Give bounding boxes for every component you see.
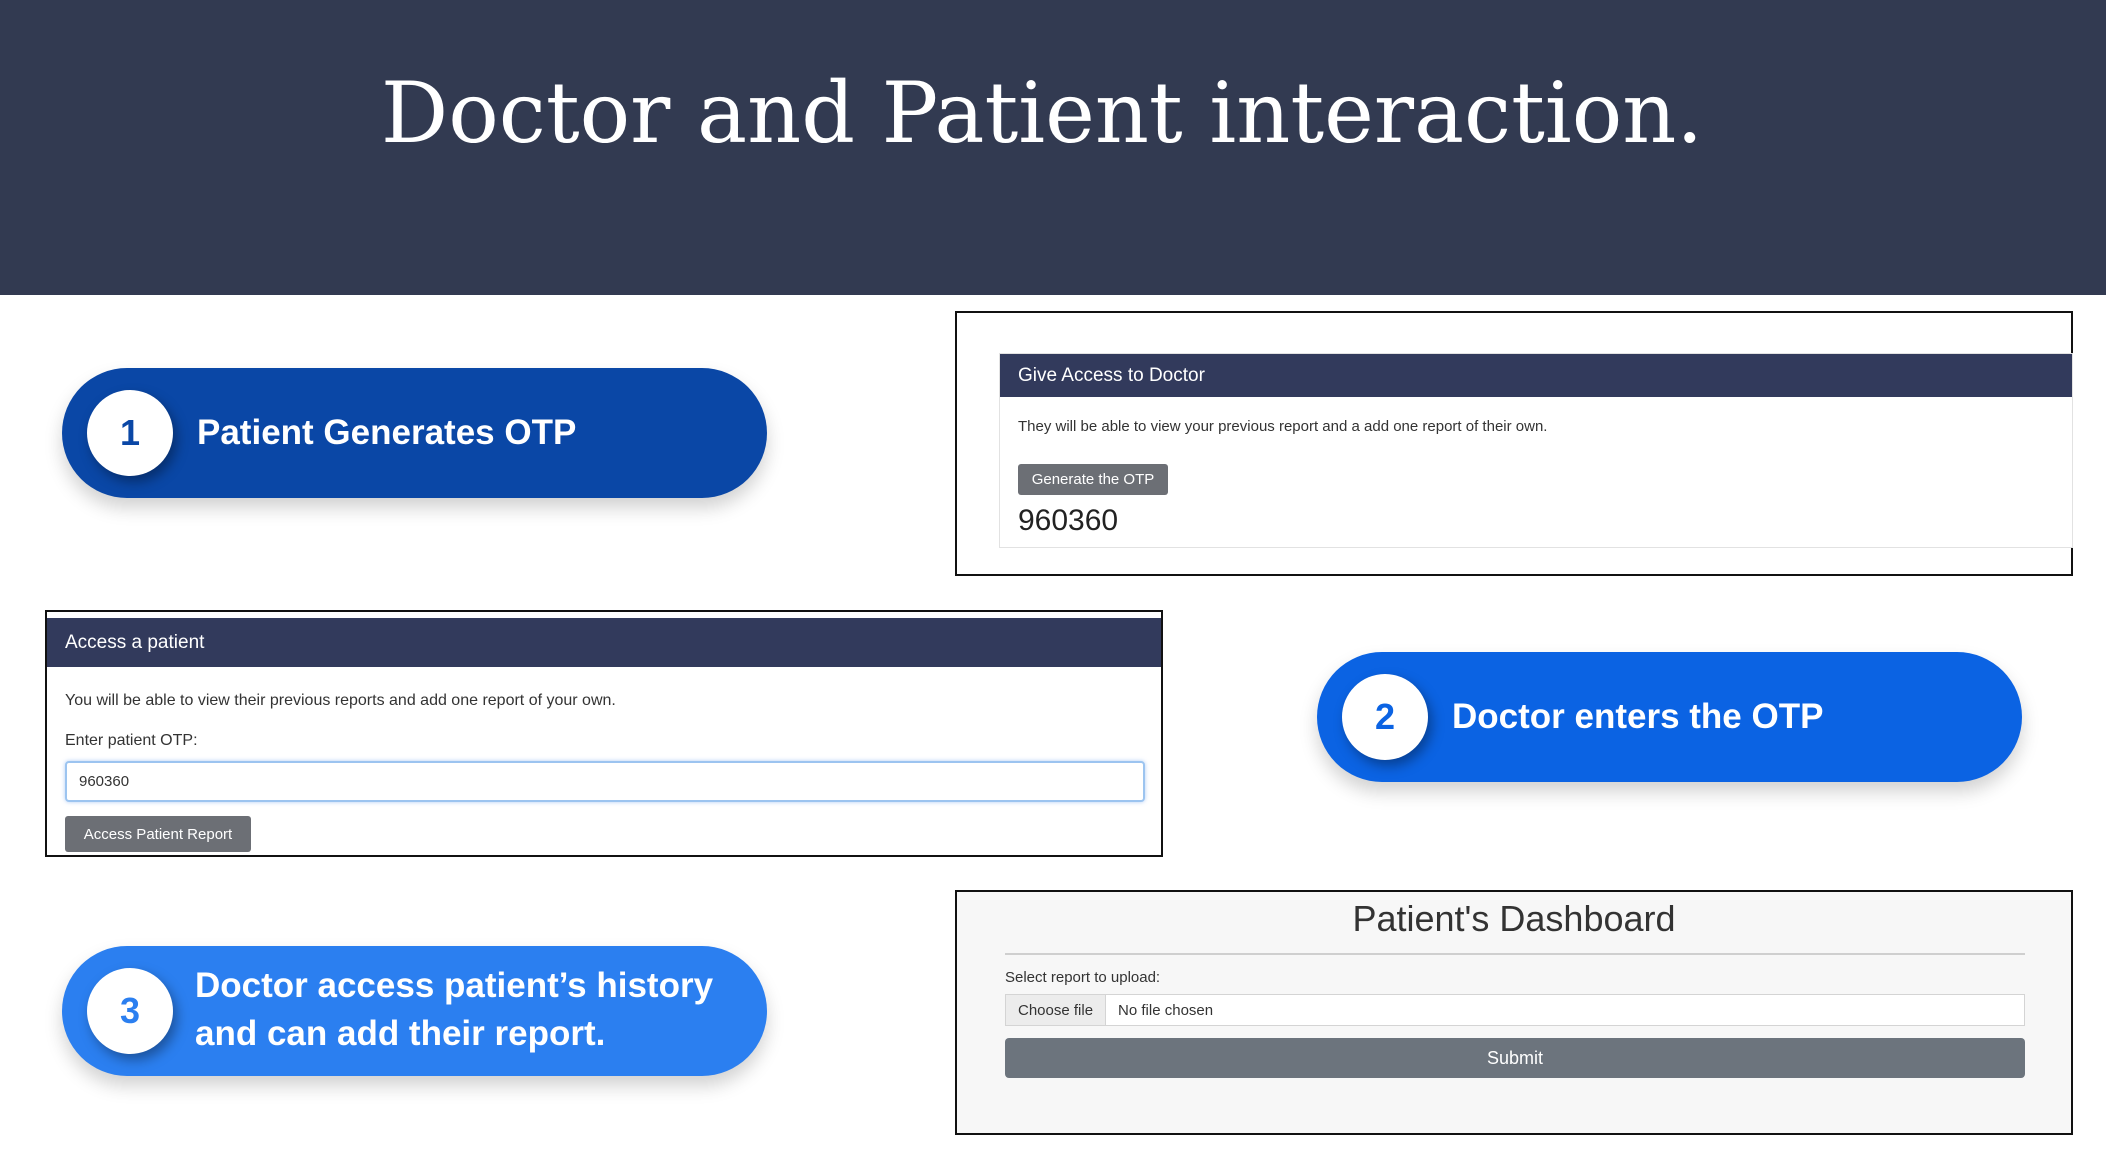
otp-field-label: Enter patient OTP:	[65, 732, 198, 749]
patient-otp-input[interactable]	[65, 761, 1145, 802]
step-2-text: Doctor enters the OTP	[1452, 697, 1824, 736]
choose-file-button[interactable]: Choose file	[1006, 995, 1107, 1025]
generate-otp-button[interactable]: Generate the OTP	[1018, 464, 1168, 495]
access-patient-screenshot: Access a patient You will be able to vie…	[45, 610, 1163, 857]
file-status-text: No file chosen	[1118, 1001, 1214, 1019]
give-access-description: They will be able to view your previous …	[1018, 418, 1548, 435]
step-3-number: 3	[87, 968, 173, 1054]
give-access-card: Give Access to Doctor They will be able …	[999, 353, 2073, 548]
slide-title: Doctor and Patient interaction.	[380, 64, 1704, 162]
step-1-number: 1	[87, 390, 173, 476]
upload-label: Select report to upload:	[1005, 969, 1161, 986]
give-access-screenshot: Give Access to Doctor They will be able …	[955, 311, 2073, 576]
step-1-pill: 1 Patient Generates OTP	[62, 368, 767, 498]
step-2-pill: 2 Doctor enters the OTP	[1317, 652, 2022, 782]
access-patient-description: You will be able to view their previous …	[65, 692, 616, 709]
submit-button[interactable]: Submit	[1005, 1038, 2025, 1078]
patient-dashboard-screenshot: Patient's Dashboard Select report to upl…	[955, 890, 2073, 1135]
file-input[interactable]: Choose file No file chosen	[1005, 994, 2025, 1026]
slide-header: Doctor and Patient interaction.	[0, 0, 2106, 295]
access-patient-report-button[interactable]: Access Patient Report	[65, 816, 251, 852]
access-patient-header: Access a patient	[47, 618, 1161, 667]
generated-otp-value: 960360	[1018, 504, 1119, 537]
dashboard-title: Patient's Dashboard	[1352, 898, 1676, 939]
give-access-header: Give Access to Doctor	[1000, 354, 2072, 397]
step-1-text: Patient Generates OTP	[197, 413, 577, 452]
step-2-number: 2	[1342, 674, 1428, 760]
step-3-text: Doctor access patient’s history and can …	[195, 966, 714, 1053]
dashboard-divider	[1005, 953, 2025, 955]
step-3-pill: 3 Doctor access patient’s history and ca…	[62, 946, 767, 1076]
